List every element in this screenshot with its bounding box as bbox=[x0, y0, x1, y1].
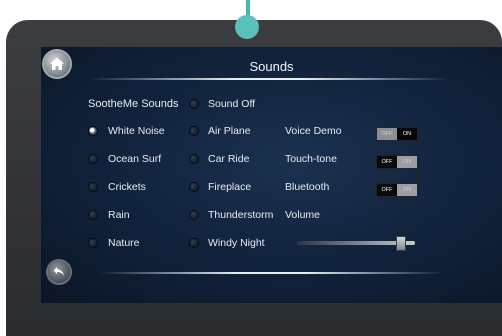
sound-label-rain[interactable]: Rain bbox=[108, 209, 130, 221]
volume-slider-thumb[interactable] bbox=[395, 236, 406, 251]
radio-windy-night[interactable] bbox=[190, 239, 198, 247]
radio-sound-off[interactable] bbox=[190, 100, 198, 108]
voice-demo-toggle[interactable]: OFF ON bbox=[377, 128, 417, 140]
touch-screen: Sounds SootheMe Sounds White Noise Ocean… bbox=[41, 47, 502, 303]
sound-label-fireplace[interactable]: Fireplace bbox=[208, 181, 251, 193]
toggle-on-segment[interactable]: ON bbox=[397, 128, 417, 140]
radio-ocean-surf[interactable] bbox=[89, 155, 97, 163]
bluetooth-label: Bluetooth bbox=[285, 181, 330, 193]
radio-air-plane[interactable] bbox=[190, 127, 198, 135]
touch-tone-toggle[interactable]: OFF ON bbox=[377, 156, 417, 168]
sound-label-ocean-surf[interactable]: Ocean Surf bbox=[108, 153, 161, 165]
sound-label-crickets[interactable]: Crickets bbox=[108, 181, 146, 193]
voice-demo-label: Voice Demo bbox=[285, 125, 342, 137]
toggle-off-segment[interactable]: OFF bbox=[377, 128, 397, 140]
toggle-off-segment[interactable]: OFF bbox=[377, 156, 397, 168]
title-divider bbox=[89, 78, 449, 80]
radio-thunderstorm[interactable] bbox=[190, 211, 198, 219]
page-title: Sounds bbox=[249, 59, 294, 74]
sound-label-white-noise[interactable]: White Noise bbox=[108, 125, 165, 137]
toggle-on-segment[interactable]: ON bbox=[397, 156, 417, 168]
radio-white-noise[interactable] bbox=[89, 127, 97, 135]
sound-label-nature[interactable]: Nature bbox=[108, 237, 140, 249]
sound-label-sound-off[interactable]: Sound Off bbox=[208, 98, 255, 110]
back-arrow-icon bbox=[53, 267, 64, 276]
toggle-off-segment[interactable]: OFF bbox=[377, 184, 397, 196]
radio-car-ride[interactable] bbox=[190, 155, 198, 163]
radio-fireplace[interactable] bbox=[190, 183, 198, 191]
volume-label: Volume bbox=[285, 209, 321, 221]
toggle-on-segment[interactable]: ON bbox=[397, 184, 417, 196]
back-button[interactable] bbox=[48, 261, 70, 283]
sound-label-windy-night[interactable]: Windy Night bbox=[208, 237, 265, 249]
bluetooth-toggle[interactable]: OFF ON bbox=[377, 184, 417, 196]
touch-tone-label: Touch-tone bbox=[285, 153, 337, 165]
sound-label-air-plane[interactable]: Air Plane bbox=[208, 125, 251, 137]
footer-divider bbox=[99, 272, 444, 274]
sound-label-thunderstorm[interactable]: Thunderstorm bbox=[208, 209, 273, 221]
radio-rain[interactable] bbox=[89, 211, 97, 219]
radio-nature[interactable] bbox=[89, 239, 97, 247]
radio-crickets[interactable] bbox=[89, 183, 97, 191]
indicator-light bbox=[235, 15, 259, 39]
sound-label-car-ride[interactable]: Car Ride bbox=[208, 153, 249, 165]
sounds-heading: SootheMe Sounds bbox=[88, 98, 179, 110]
